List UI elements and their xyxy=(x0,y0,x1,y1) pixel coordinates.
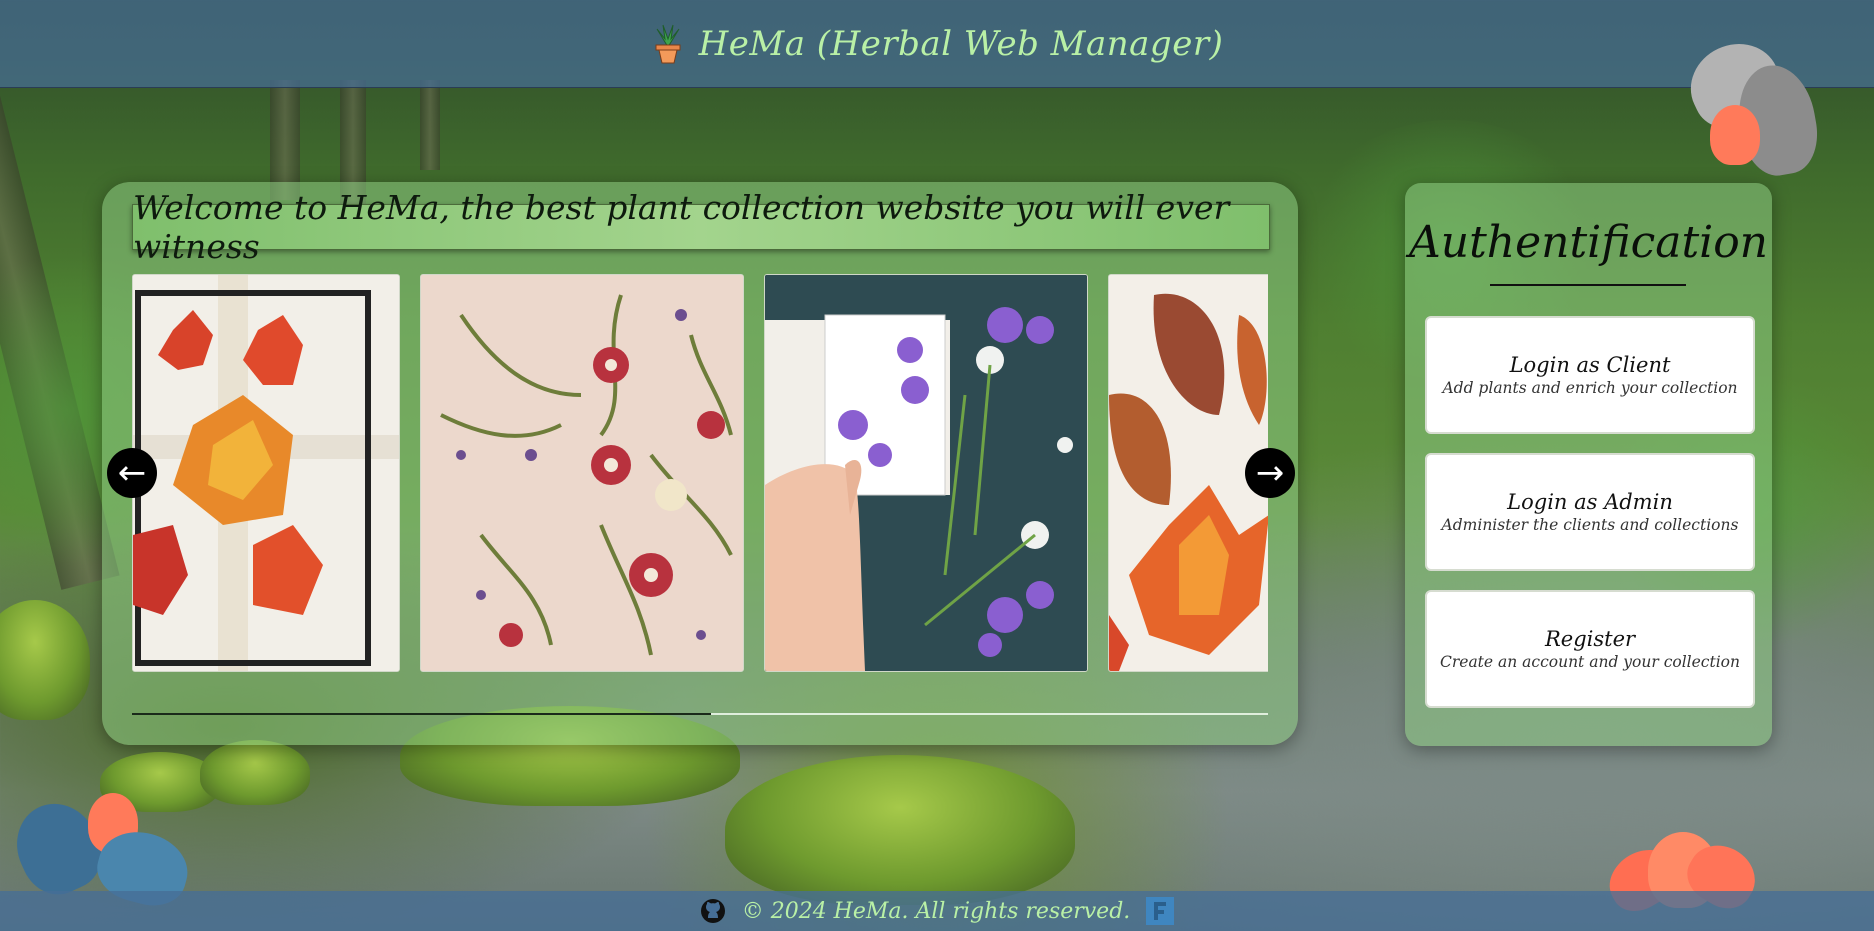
site-header: HeMa (Herbal Web Manager) xyxy=(0,0,1874,88)
register-title: Register xyxy=(1544,627,1636,651)
auth-title-divider xyxy=(1490,284,1686,286)
carousel-slide[interactable] xyxy=(1108,274,1268,672)
figma-icon[interactable] xyxy=(1146,897,1175,925)
carousel-slide[interactable] xyxy=(132,274,400,672)
potted-plant-icon xyxy=(651,23,685,65)
carousel-next-button[interactable]: → xyxy=(1245,448,1295,498)
arrow-left-icon: ← xyxy=(117,453,147,493)
login-client-subtitle: Add plants and enrich your collection xyxy=(1442,379,1738,397)
decorative-flower-bottom-left xyxy=(2,790,196,914)
carousel-progress-fill xyxy=(132,713,712,715)
login-client-title: Login as Client xyxy=(1509,353,1671,377)
login-client-button[interactable]: Login as Client Add plants and enrich yo… xyxy=(1425,316,1755,434)
carousel-prev-button[interactable]: ← xyxy=(107,448,157,498)
login-admin-subtitle: Administer the clients and collections xyxy=(1441,516,1739,534)
decorative-flower-top-right xyxy=(1677,29,1840,185)
welcome-heading: Welcome to HeMa, the best plant collecti… xyxy=(132,188,1270,266)
login-admin-button[interactable]: Login as Admin Administer the clients an… xyxy=(1425,453,1755,571)
register-subtitle: Create an account and your collection xyxy=(1440,653,1740,671)
carousel-slide[interactable] xyxy=(420,274,744,672)
carousel-slides xyxy=(132,274,1268,672)
github-icon[interactable] xyxy=(700,898,726,924)
carousel-slide[interactable] xyxy=(764,274,1088,672)
site-title: HeMa (Herbal Web Manager) xyxy=(698,23,1224,64)
carousel-panel: Welcome to HeMa, the best plant collecti… xyxy=(102,182,1298,745)
carousel-progress-track xyxy=(132,713,1268,715)
arrow-right-icon: → xyxy=(1255,453,1285,493)
site-footer: © 2024 HeMa. All rights reserved. xyxy=(0,891,1874,931)
authentication-panel: Authentification Login as Client Add pla… xyxy=(1405,183,1772,746)
auth-title: Authentification xyxy=(1408,217,1769,268)
register-button[interactable]: Register Create an account and your coll… xyxy=(1425,590,1755,708)
login-admin-title: Login as Admin xyxy=(1507,490,1673,514)
footer-copyright: © 2024 HeMa. All rights reserved. xyxy=(741,898,1131,924)
